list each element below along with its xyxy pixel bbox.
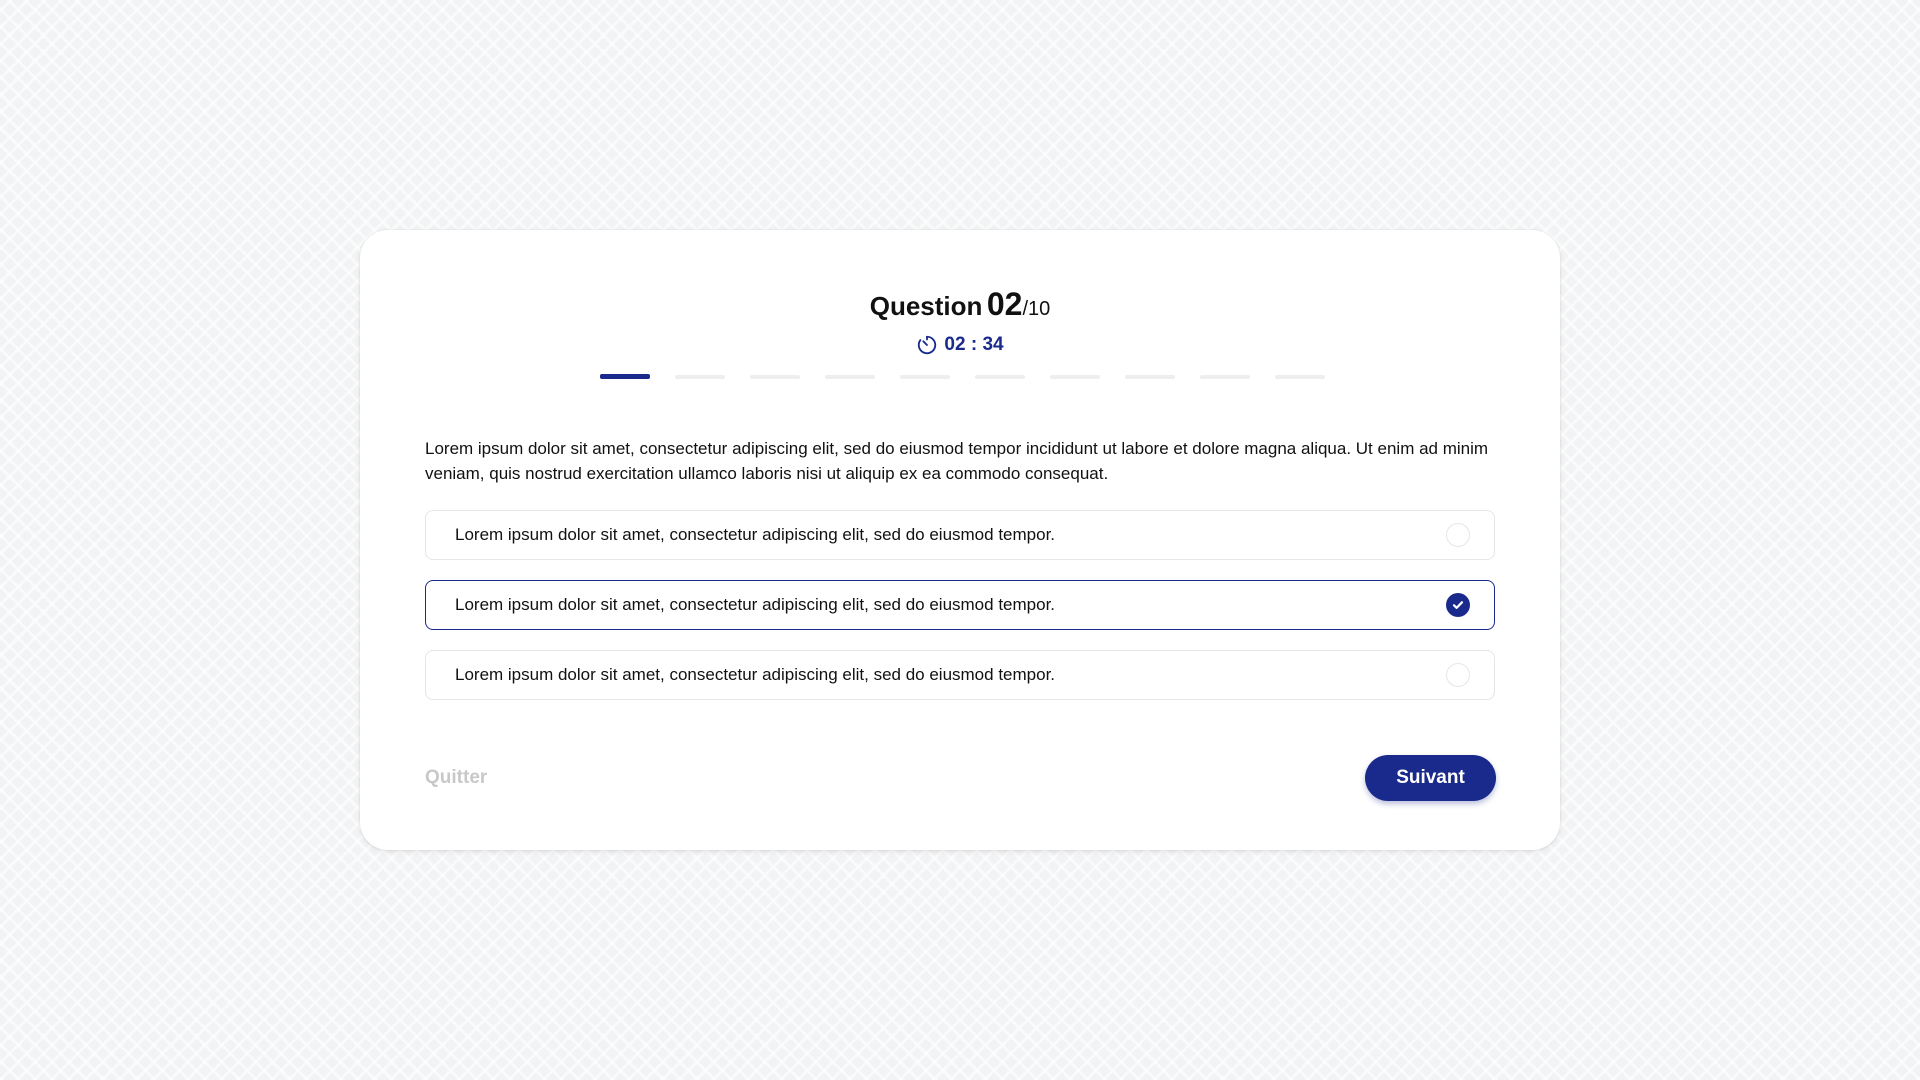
question-label: Question (869, 291, 983, 321)
question-title: Question 02/10 (360, 286, 1560, 323)
quit-link[interactable]: Quitter (425, 767, 487, 789)
progress-segment (1125, 375, 1175, 379)
progress-bar (600, 374, 1325, 380)
progress-segment (825, 375, 875, 379)
radio-unchecked-icon[interactable] (1446, 663, 1470, 687)
answer-option-text: Lorem ipsum dolor sit amet, consectetur … (455, 525, 1056, 544)
answer-option-text: Lorem ipsum dolor sit amet, consectetur … (455, 665, 1056, 684)
radio-checked-icon[interactable] (1446, 593, 1470, 617)
next-button[interactable]: Suivant (1365, 755, 1496, 801)
stopwatch-icon (916, 334, 938, 356)
progress-segment (675, 375, 725, 379)
progress-segment (1200, 375, 1250, 379)
radio-unchecked-icon[interactable] (1446, 523, 1470, 547)
progress-segment (750, 375, 800, 379)
progress-segment (1275, 375, 1325, 379)
answer-option-1[interactable]: Lorem ipsum dolor sit amet, consectetur … (425, 510, 1495, 560)
timer-value: 02 : 34 (944, 334, 1004, 355)
timer: 02 : 34 (360, 334, 1560, 356)
question-total: /10 (1022, 298, 1051, 320)
question-number: 02 (986, 286, 1023, 322)
quiz-card: Question 02/10 02 : 34 Lorem ipsum dolor… (360, 230, 1560, 850)
answer-option-text: Lorem ipsum dolor sit amet, consectetur … (455, 595, 1056, 614)
progress-segment-complete (600, 374, 650, 379)
progress-segment (900, 375, 950, 379)
question-text: Lorem ipsum dolor sit amet, consectetur … (425, 439, 1489, 483)
progress-segment (975, 375, 1025, 379)
progress-segment (1050, 375, 1100, 379)
answer-option-2[interactable]: Lorem ipsum dolor sit amet, consectetur … (425, 580, 1495, 630)
answer-option-3[interactable]: Lorem ipsum dolor sit amet, consectetur … (425, 650, 1495, 700)
